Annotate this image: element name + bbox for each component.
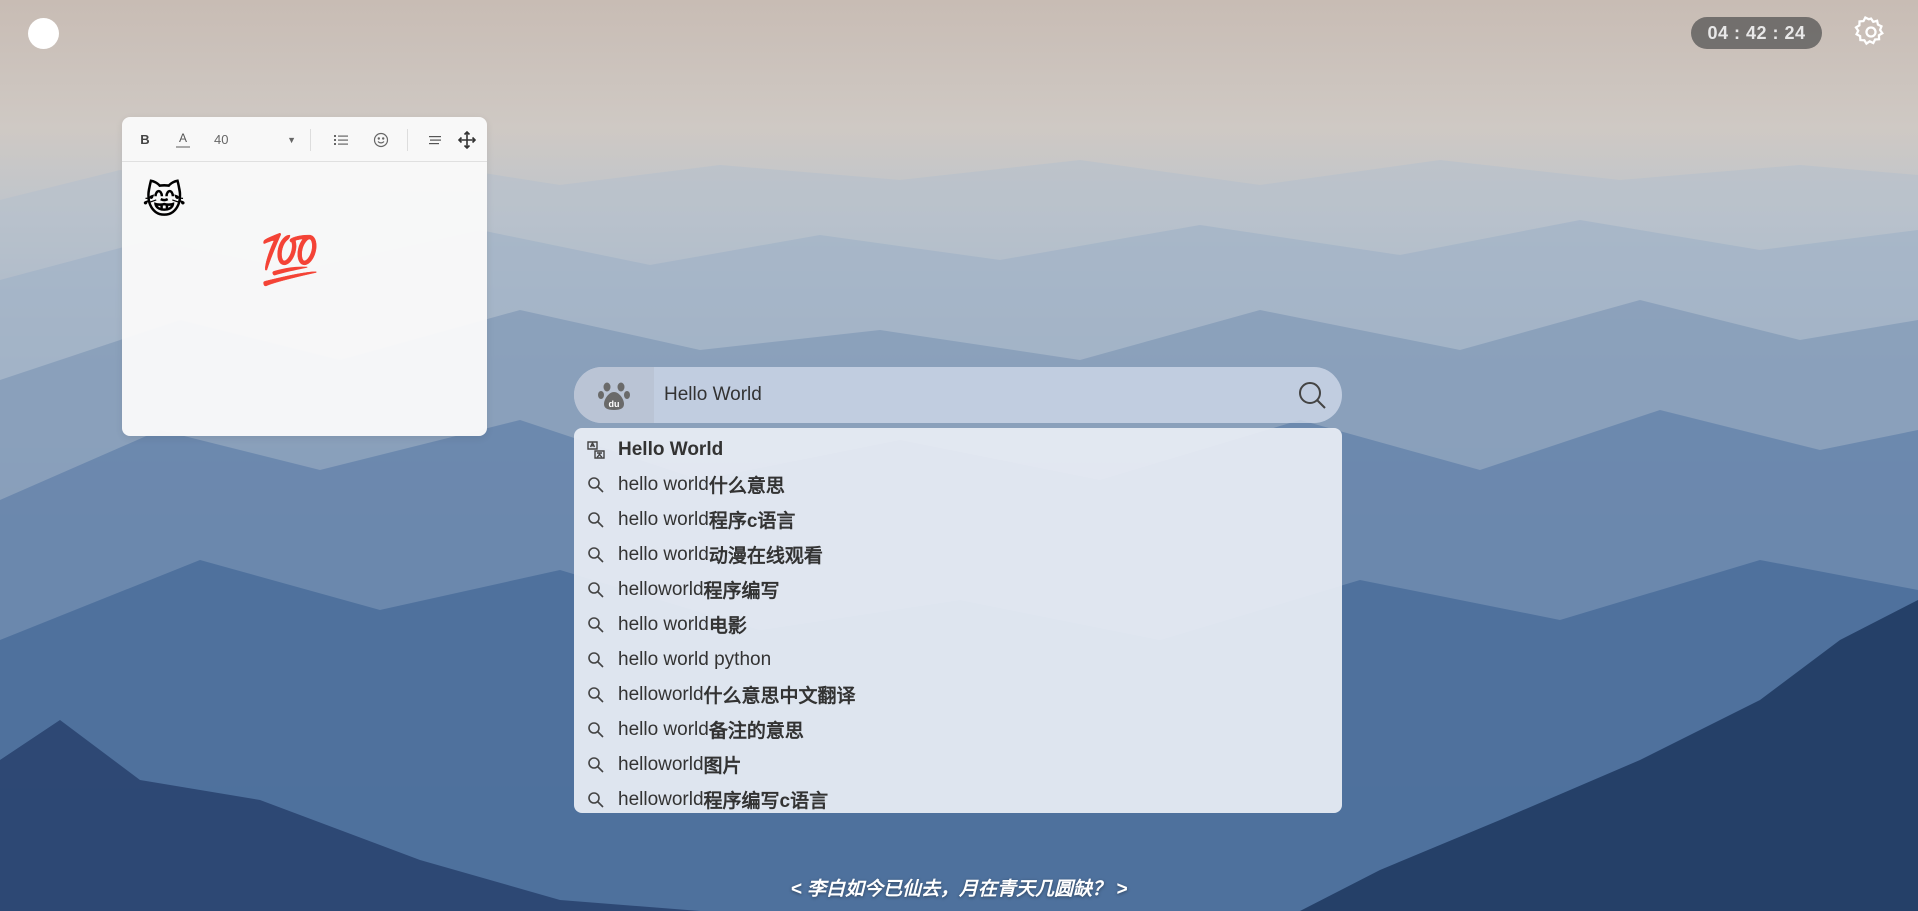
clock: 04 : 42 : 24: [1691, 17, 1822, 49]
suggestion-prefix: hello world: [618, 543, 709, 565]
user-avatar-dot[interactable]: [28, 18, 59, 49]
emoji-icon[interactable]: [369, 117, 393, 162]
bold-button[interactable]: B: [136, 117, 154, 162]
search-icon: [584, 543, 608, 567]
search-icon: [584, 648, 608, 672]
suggestion-prefix: hello world: [618, 718, 709, 740]
toolbar-divider: [310, 129, 311, 151]
suggestion-suffix: 程序编写c语言: [703, 791, 829, 812]
baidu-paw-icon: du: [598, 382, 630, 410]
search-icon: [584, 718, 608, 742]
list-icon[interactable]: [329, 117, 353, 162]
suggestion-prefix: hello world python: [618, 648, 772, 670]
search-icon: [584, 753, 608, 777]
suggestion-suffix: 备注的意思: [708, 721, 804, 742]
chevron-down-icon: ▼: [287, 134, 296, 145]
emoji-hundred: 💯: [260, 234, 320, 287]
translate-icon: [584, 438, 608, 462]
font-size-value: 40: [214, 132, 229, 147]
suggestion-item[interactable]: hello world 备注的意思: [574, 712, 1342, 747]
suggestion-prefix: helloworld: [618, 753, 704, 775]
font-color-button[interactable]: A: [174, 117, 192, 162]
toolbar-divider: [407, 129, 408, 151]
search-icon[interactable]: [1296, 379, 1328, 411]
font-color-label: A: [178, 131, 187, 145]
note-widget: B A 40 ▼ 😹 💯: [122, 117, 487, 436]
svg-text:du: du: [609, 399, 620, 409]
suggestion-item[interactable]: helloworld 程序编写c语言: [574, 782, 1342, 817]
search-icon: [584, 473, 608, 497]
suggestion-suffix: 图片: [703, 756, 742, 777]
suggestion-item[interactable]: helloworld 程序编写: [574, 572, 1342, 607]
suggestion-suffix: 什么意思中文翻译: [703, 686, 856, 707]
suggestion-prefix: hello world: [618, 613, 709, 635]
suggestion-translate[interactable]: Hello World: [574, 432, 1342, 467]
search-engine-button[interactable]: du: [574, 367, 654, 423]
suggestion-suffix: 程序编写: [703, 581, 780, 602]
daily-quote[interactable]: < 李白如今已仙去，月在青天几圆缺？ >: [0, 874, 1918, 901]
suggestion-suffix: 电影: [708, 616, 747, 637]
suggestion-item[interactable]: hello world 动漫在线观看: [574, 537, 1342, 572]
suggestion-prefix: helloworld: [618, 788, 704, 810]
suggestion-item[interactable]: hello world 电影: [574, 607, 1342, 642]
suggestion-prefix: helloworld: [618, 683, 704, 705]
align-icon[interactable]: [423, 117, 447, 162]
move-icon[interactable]: [455, 117, 479, 162]
suggestion-item[interactable]: helloworld 图片: [574, 747, 1342, 782]
gear-icon[interactable]: [1854, 15, 1888, 49]
suggestion-list: Hello World hello world 什么意思 hello world 程…: [574, 428, 1342, 813]
suggestion-prefix: hello world: [618, 508, 709, 530]
search-icon: [584, 508, 608, 532]
search-icon: [584, 578, 608, 602]
search-icon: [584, 613, 608, 637]
note-toolbar: B A 40 ▼: [122, 117, 487, 162]
suggestion-prefix: hello world: [618, 473, 709, 495]
suggestion-prefix: helloworld: [618, 578, 704, 600]
suggestion-text: Hello World: [618, 438, 724, 460]
suggestion-suffix: 动漫在线观看: [708, 546, 823, 567]
search-input[interactable]: [664, 377, 1264, 413]
search-icon: [584, 788, 608, 812]
font-size-select[interactable]: 40 ▼: [214, 117, 300, 162]
suggestion-item[interactable]: helloworld 什么意思中文翻译: [574, 677, 1342, 712]
search-bar: du: [574, 367, 1342, 423]
suggestion-suffix: 程序c语言: [708, 511, 796, 532]
search-icon: [584, 683, 608, 707]
suggestion-suffix: 什么意思: [708, 476, 785, 497]
suggestion-item[interactable]: hello world python: [574, 642, 1342, 677]
font-color-underline: [176, 146, 190, 148]
suggestion-item[interactable]: hello world 程序c语言: [574, 502, 1342, 537]
emoji-cat-tears: 😹: [142, 180, 187, 222]
suggestion-item[interactable]: hello world 什么意思: [574, 467, 1342, 502]
